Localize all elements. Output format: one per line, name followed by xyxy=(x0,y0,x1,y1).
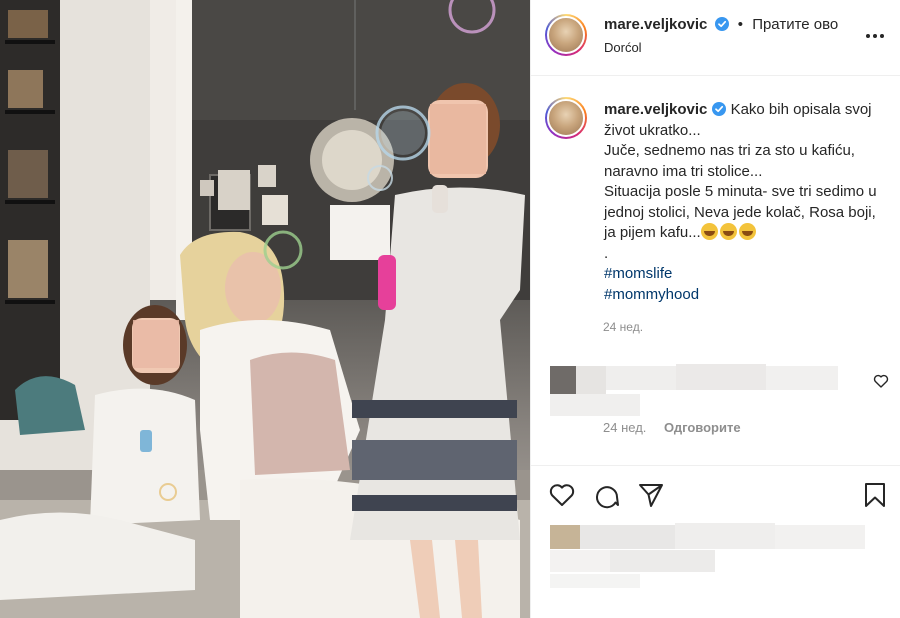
comment-text-blurred xyxy=(766,366,838,390)
comment-timestamp[interactable]: 24 нед. xyxy=(603,420,646,435)
caption-line: naravno ima tri stolice... xyxy=(604,162,763,180)
hashtag-link[interactable]: #mommyhood xyxy=(604,285,889,306)
post-caption: mare.veljkovic Kako bih opisala svoj živ… xyxy=(604,100,889,305)
caption-line: Kako bih opisala svoj xyxy=(730,101,872,118)
comment-icon[interactable] xyxy=(592,481,620,509)
likes-text-blurred xyxy=(550,550,610,572)
caption-line: Situacija posle 5 minuta- sve tri sedimo… xyxy=(604,183,877,200)
likes-text-blurred xyxy=(580,525,675,549)
comment-meta: 24 нед. Одговорите xyxy=(603,420,741,435)
caption-line: život ukratko... xyxy=(604,121,701,139)
caption-line: . xyxy=(604,244,609,262)
bookmark-icon[interactable] xyxy=(861,481,889,509)
comment-item: 24 нед. Одговорите xyxy=(530,358,900,448)
likes-text-blurred xyxy=(775,525,865,549)
comment-text-blurred xyxy=(676,364,766,390)
post-photo[interactable] xyxy=(0,0,530,618)
share-icon[interactable] xyxy=(637,481,665,509)
likes-text-blurred xyxy=(550,574,640,588)
comment-text-blurred xyxy=(606,366,676,390)
laughing-emoji-icon xyxy=(700,223,718,240)
caption-username[interactable]: mare.veljkovic xyxy=(604,101,707,118)
more-options-icon[interactable] xyxy=(865,26,885,46)
laughing-emoji-icon xyxy=(738,223,756,240)
action-bar xyxy=(530,465,900,525)
likes-text-blurred xyxy=(675,523,775,549)
author-username[interactable]: mare.veljkovic xyxy=(604,16,707,33)
heart-icon[interactable] xyxy=(548,481,576,509)
caption-author-avatar[interactable] xyxy=(545,97,587,139)
post-photo-illustration xyxy=(0,0,530,618)
post-timestamp[interactable]: 24 нед. xyxy=(603,320,643,334)
commenter-name-blurred xyxy=(576,366,606,394)
caption-emoji-line: ja pijem kafu... xyxy=(604,223,889,244)
header-user-line: mare.veljkovic • Пратите ово xyxy=(604,16,838,33)
comment-like-heart-icon[interactable] xyxy=(873,373,889,389)
post-location[interactable]: Dorćol xyxy=(604,40,642,55)
liker-avatar-blurred[interactable] xyxy=(550,525,580,549)
comment-text-blurred xyxy=(550,394,640,416)
likes-text-blurred xyxy=(610,550,715,572)
caption-line: jednoj stolici, Neva jede kolač, Rosa bo… xyxy=(604,203,876,221)
follow-button[interactable]: Пратите ово xyxy=(752,16,838,33)
laughing-emoji-icon xyxy=(719,223,737,240)
caption-line: ja pijem kafu... xyxy=(604,224,701,241)
author-avatar[interactable] xyxy=(545,14,587,56)
hashtag-link[interactable]: #momslife xyxy=(604,264,889,285)
post-header: mare.veljkovic • Пратите ово Dorćol xyxy=(531,0,900,76)
verified-badge-icon xyxy=(712,102,727,116)
verified-badge-icon xyxy=(714,17,729,31)
reply-button[interactable]: Одговорите xyxy=(664,420,741,435)
commenter-avatar-blurred[interactable] xyxy=(550,366,576,394)
caption-line: Juče, sednemo nas tri za sto u kafiću, xyxy=(604,142,855,159)
separator-dot: • xyxy=(737,16,744,33)
caption-first-line: mare.veljkovic Kako bih opisala svoj xyxy=(604,101,872,118)
likes-summary-blurred xyxy=(530,520,900,618)
